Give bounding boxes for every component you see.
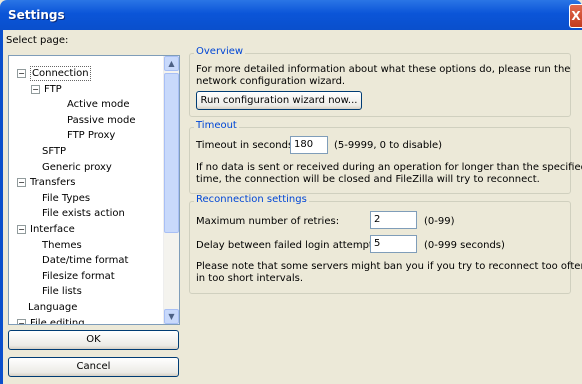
tree-item[interactable]: − Connection <box>9 66 161 81</box>
tree-item[interactable]: Active mode <box>9 97 161 112</box>
tree-item[interactable]: − Transfers <box>9 175 161 190</box>
tree-toggle-icon[interactable]: − <box>17 225 26 234</box>
tree-item-label: File exists action <box>42 208 125 220</box>
timeout-title: Timeout <box>194 120 239 131</box>
tree-toggle-icon[interactable]: − <box>17 318 26 324</box>
tree-item-label: File editing <box>30 317 85 325</box>
tree-toggle-icon[interactable]: − <box>17 69 26 78</box>
tree-item[interactable]: Filesize format <box>9 269 161 284</box>
tree-item[interactable]: SFTP <box>9 144 161 159</box>
settings-tree[interactable]: − Connection − FTP Active mode Passive mode FT… <box>8 55 180 325</box>
title-bar: Settings X <box>0 0 582 30</box>
tree-item-label: Language <box>28 302 78 313</box>
tree-item-label: Passive mode <box>67 114 136 126</box>
timeout-label: Timeout in seconds: <box>196 140 297 151</box>
scroll-up-icon[interactable]: ▲ <box>164 56 179 71</box>
cancel-button[interactable]: Cancel <box>8 357 179 377</box>
tree-item-label: SFTP <box>42 146 67 157</box>
tree-item-label: FTP <box>44 83 62 95</box>
tree-item-label: Filesize format <box>42 270 115 282</box>
tree-item[interactable]: File lists <box>9 284 161 299</box>
timeout-desc-2: time, the connection will be closed and … <box>196 174 540 185</box>
tree-item[interactable]: File Types <box>9 191 161 206</box>
run-wizard-button[interactable]: Run configuration wizard now... <box>196 91 362 110</box>
retries-label: Maximum number of retries: <box>196 216 340 227</box>
tree-item[interactable]: − File editing <box>9 316 161 325</box>
delay-label: Delay between failed login attempts: <box>196 240 382 251</box>
overview-text-1: For more detailed information about what… <box>196 64 571 75</box>
tree-item[interactable]: Passive mode <box>9 113 161 128</box>
tree-item[interactable]: Generic proxy <box>9 160 161 175</box>
tree-item-label: File Types <box>42 192 91 204</box>
tree-item[interactable]: Themes <box>9 238 161 253</box>
tree-item-label: Themes <box>42 239 82 251</box>
delay-hint: (0-999 seconds) <box>424 240 505 251</box>
tree-item-label: Date/time format <box>42 255 129 267</box>
timeout-hint: (5-9999, 0 to disable) <box>334 140 443 151</box>
window-title: Settings <box>8 8 65 22</box>
tree-item-label: Transfers <box>30 177 76 189</box>
ok-button[interactable]: OK <box>8 330 179 350</box>
tree-scrollbar[interactable]: ▲ ▼ <box>163 56 179 324</box>
tree-toggle-icon[interactable]: − <box>17 178 26 188</box>
tree-item[interactable]: − Interface <box>9 222 161 237</box>
select-page-label: Select page: <box>6 35 69 46</box>
retries-input[interactable]: 2 <box>370 211 417 229</box>
timeout-desc-1: If no data is sent or received during an… <box>196 162 582 173</box>
tree-item-label: Active mode <box>67 99 130 111</box>
reconnection-note-1: Please note that some servers might ban … <box>196 261 582 272</box>
tree-item-label: FTP Proxy <box>67 130 116 142</box>
tree-item-label: Connection <box>30 66 91 81</box>
tree-item[interactable]: File exists action <box>9 206 161 221</box>
reconnection-note-2: in too short intervals. <box>196 273 304 284</box>
tree-item[interactable]: − FTP <box>9 82 161 97</box>
reconnection-title: Reconnection settings <box>194 194 309 205</box>
tree-item-label: Interface <box>30 224 75 235</box>
delay-input[interactable]: 5 <box>370 235 417 253</box>
retries-hint: (0-99) <box>424 216 455 227</box>
tree-item-label: Generic proxy <box>42 161 112 173</box>
tree-item[interactable]: FTP Proxy <box>9 128 161 143</box>
scroll-down-icon[interactable]: ▼ <box>164 309 179 324</box>
timeout-input[interactable]: 180 <box>290 136 328 154</box>
overview-text-2: network configuration wizard. <box>196 76 346 87</box>
overview-title: Overview <box>194 46 246 57</box>
tree-item-label: File lists <box>42 286 82 298</box>
scroll-thumb[interactable] <box>164 73 179 233</box>
tree-item[interactable]: Language <box>9 300 161 315</box>
tree-toggle-icon[interactable]: − <box>31 84 40 94</box>
tree-item[interactable]: Date/time format <box>9 253 161 268</box>
window-frame <box>0 30 3 384</box>
close-icon[interactable]: X <box>569 4 582 28</box>
